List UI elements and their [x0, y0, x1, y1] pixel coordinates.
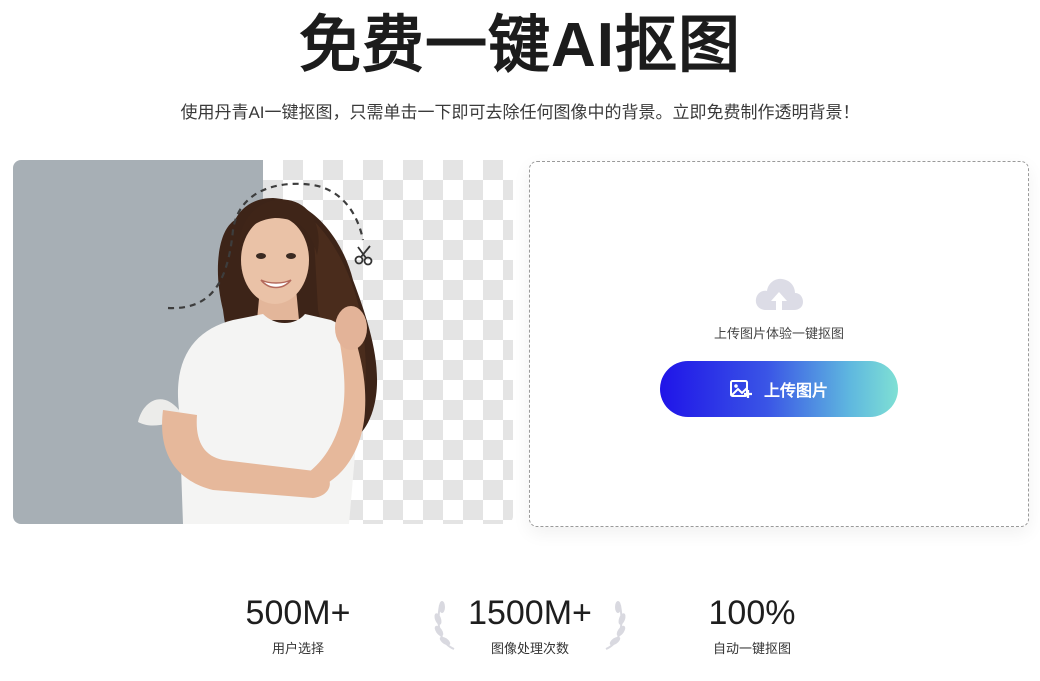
stat-images-processed: 1500M+ 图像处理次数 [450, 592, 610, 658]
upload-image-button[interactable]: 上传图片 [660, 361, 898, 417]
stat-auto-cutout: 100% 自动一键抠图 [672, 592, 832, 658]
stat-value: 1500M+ [468, 594, 592, 632]
page-title: 免费一键AI抠图 [298, 11, 741, 80]
cloud-upload-icon [755, 278, 803, 310]
upload-button-label: 上传图片 [763, 383, 828, 400]
image-add-icon [729, 380, 752, 398]
stat-value: 500M+ [245, 594, 351, 632]
upload-hint-text: 上传图片体验一键抠图 [713, 326, 844, 341]
stat-value: 100% [708, 594, 796, 632]
demo-image-panel [13, 160, 513, 524]
stat-users: 500M+ 用户选择 [218, 592, 378, 658]
page-subtitle: 使用丹青AI一键抠图，只需单击一下即可去除任何图像中的背景。立即免费制作透明背景… [180, 103, 860, 122]
upload-dropzone[interactable]: 上传图片体验一键抠图 上传图片 [529, 161, 1029, 527]
stat-label: 图像处理次数 [490, 641, 569, 656]
stat-label: 用户选择 [271, 641, 324, 656]
laurel-right-icon [605, 601, 626, 650]
demo-portrait-image [138, 182, 378, 524]
stat-label: 自动一键抠图 [712, 641, 791, 656]
scissors-icon [354, 245, 373, 266]
